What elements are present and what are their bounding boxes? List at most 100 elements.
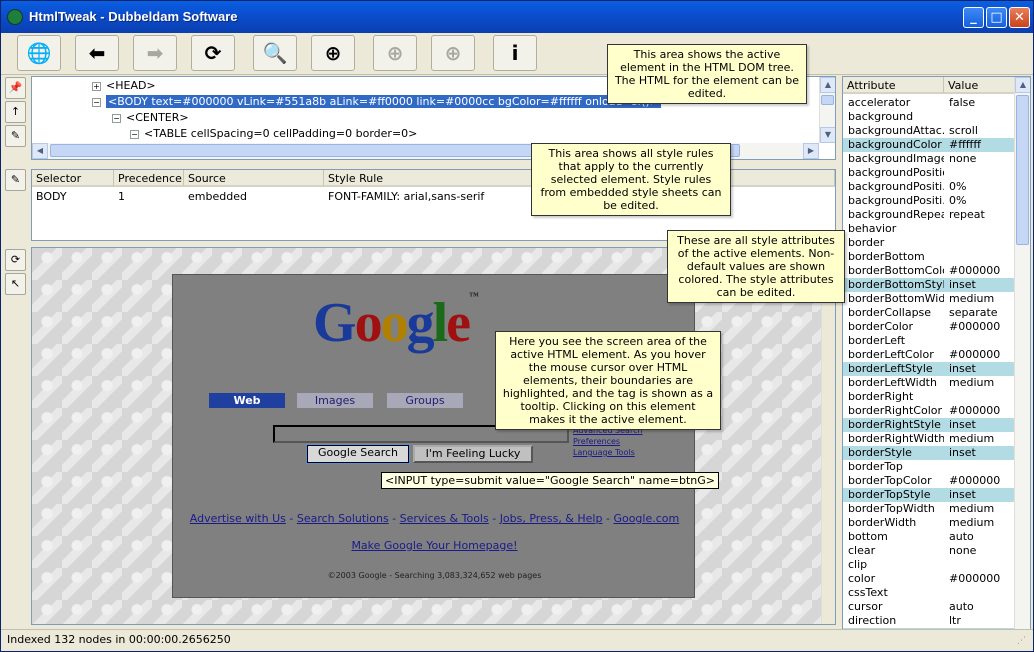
- dom-tree-vscroll[interactable]: ▲ ▼: [819, 77, 835, 143]
- attribute-row[interactable]: borderTopStyle inset: [843, 488, 1015, 502]
- column-header-source[interactable]: Source: [184, 170, 324, 187]
- scroll-right-icon[interactable]: ▶: [803, 143, 819, 159]
- attribute-row[interactable]: borderLeftWidth medium: [843, 376, 1015, 390]
- attribute-row[interactable]: backgroundImage none: [843, 152, 1015, 166]
- attribute-value[interactable]: scroll: [949, 124, 978, 138]
- attribute-row[interactable]: borderCollapse separate: [843, 306, 1015, 320]
- back-button[interactable]: ⬅: [75, 35, 119, 71]
- pin-button[interactable]: 📌: [5, 77, 26, 99]
- tree-node[interactable]: − <TABLE cellSpacing=0 cellPadding=0 bord…: [130, 127, 417, 140]
- attribute-row[interactable]: clear none: [843, 544, 1015, 558]
- attribute-row[interactable]: borderStyle inset: [843, 446, 1015, 460]
- rule-selector[interactable]: BODY: [36, 189, 67, 204]
- tab-groups[interactable]: Groups: [387, 393, 463, 408]
- attribute-row[interactable]: borderWidth medium: [843, 516, 1015, 530]
- attribute-row[interactable]: behavior: [843, 222, 1015, 236]
- tree-node[interactable]: − <CENTER>: [112, 111, 189, 124]
- attribute-value[interactable]: inset: [949, 446, 976, 460]
- tab-web[interactable]: Web: [209, 393, 285, 408]
- tree-node-selected[interactable]: − <BODY text=#000000 vLink=#551a8b aLink=…: [92, 95, 662, 108]
- scroll-up-icon[interactable]: ▲: [820, 77, 835, 93]
- attribute-row[interactable]: borderBottomColor #000000: [843, 264, 1015, 278]
- resize-grip-icon[interactable]: ⋰: [1017, 636, 1026, 646]
- attribute-row[interactable]: background: [843, 110, 1015, 124]
- attribute-value[interactable]: separate: [949, 306, 998, 320]
- attribute-row[interactable]: borderRightWidth medium: [843, 432, 1015, 446]
- scroll-thumb[interactable]: [1016, 95, 1029, 245]
- services-tools-link[interactable]: Services & Tools: [400, 512, 489, 525]
- attribute-value[interactable]: #000000: [949, 320, 1000, 334]
- attribute-row[interactable]: backgroundPosition: [843, 166, 1015, 180]
- attribute-value[interactable]: #000000: [949, 474, 1000, 488]
- attribute-value[interactable]: auto: [949, 530, 974, 544]
- attribute-row[interactable]: borderLeftStyle inset: [843, 362, 1015, 376]
- attributes-pane[interactable]: Attribute Value accelerator false backgrou…: [842, 76, 1031, 646]
- collapse-icon[interactable]: −: [130, 129, 139, 139]
- refresh-preview-button[interactable]: ⟳: [5, 249, 26, 271]
- forward-button[interactable]: ➡: [133, 35, 177, 71]
- attribute-value[interactable]: inset: [949, 278, 976, 292]
- edit-html-button[interactable]: ✎: [5, 125, 26, 147]
- column-header-attribute[interactable]: Attribute: [843, 77, 944, 94]
- attribute-row[interactable]: cssText: [843, 586, 1015, 600]
- attribute-row[interactable]: borderRightColor #000000: [843, 404, 1015, 418]
- google-com-link[interactable]: Google.com: [613, 512, 679, 525]
- attribute-row[interactable]: backgroundPositi... 0%: [843, 194, 1015, 208]
- attribute-value[interactable]: #000000: [949, 572, 1000, 586]
- find-button[interactable]: 🔍: [253, 35, 297, 71]
- attribute-value[interactable]: repeat: [949, 208, 985, 222]
- attribute-row[interactable]: borderRightStyle inset: [843, 418, 1015, 432]
- scroll-up-icon[interactable]: ▲: [1015, 77, 1030, 93]
- minimize-button[interactable]: _: [963, 7, 984, 28]
- attribute-row[interactable]: bottom auto: [843, 530, 1015, 544]
- open-url-button[interactable]: 🌐: [17, 35, 61, 71]
- attribute-row[interactable]: backgroundAttac... scroll: [843, 124, 1015, 138]
- select-element-button[interactable]: ⊕: [311, 35, 355, 71]
- preferences-link[interactable]: Preferences: [573, 436, 643, 447]
- advertise-link[interactable]: Advertise with Us: [190, 512, 286, 525]
- attribute-value[interactable]: medium: [949, 376, 994, 390]
- attribute-row[interactable]: clip: [843, 558, 1015, 572]
- column-header-selector[interactable]: Selector: [32, 170, 114, 187]
- move-right-button[interactable]: ⊕: [431, 35, 475, 71]
- attribute-row[interactable]: cursor auto: [843, 600, 1015, 614]
- attribute-value[interactable]: #000000: [949, 404, 1000, 418]
- scroll-thumb[interactable]: [821, 95, 834, 105]
- attribute-value[interactable]: ltr: [949, 614, 961, 628]
- parent-node-button[interactable]: ↑: [5, 101, 26, 123]
- rule-text[interactable]: FONT-FAMILY: arial,sans-serif: [328, 189, 484, 204]
- attribute-value[interactable]: auto: [949, 600, 974, 614]
- attribute-row[interactable]: backgroundColor #ffffff: [843, 138, 1015, 152]
- move-left-button[interactable]: ⊕: [373, 35, 417, 71]
- attribute-row[interactable]: direction ltr: [843, 614, 1015, 628]
- attribute-row[interactable]: color #000000: [843, 572, 1015, 586]
- tab-images[interactable]: Images: [297, 393, 373, 408]
- attribute-value[interactable]: inset: [949, 488, 976, 502]
- attribute-value[interactable]: #ffffff: [949, 138, 981, 152]
- column-header-value[interactable]: Value: [944, 77, 1015, 94]
- collapse-icon[interactable]: −: [92, 97, 101, 107]
- preview-page[interactable]: Google™ Ne Web Images Groups Advanced Se…: [172, 274, 720, 598]
- preview-vscroll[interactable]: [821, 248, 835, 624]
- select-in-preview-button[interactable]: ↖: [5, 273, 26, 295]
- attribute-value[interactable]: 0%: [949, 180, 966, 194]
- maximize-button[interactable]: □: [986, 7, 1007, 28]
- attribute-value[interactable]: medium: [949, 432, 994, 446]
- feeling-lucky-button[interactable]: I'm Feeling Lucky: [413, 445, 533, 463]
- attribute-value[interactable]: none: [949, 544, 976, 558]
- attribute-value[interactable]: false: [949, 96, 975, 110]
- attribute-value[interactable]: medium: [949, 516, 994, 530]
- attribute-row[interactable]: backgroundPositi... 0%: [843, 180, 1015, 194]
- language-tools-link[interactable]: Language Tools: [573, 447, 643, 458]
- search-solutions-link[interactable]: Search Solutions: [297, 512, 389, 525]
- attribute-row[interactable]: borderColor #000000: [843, 320, 1015, 334]
- attribute-row[interactable]: border: [843, 236, 1015, 250]
- attribute-value[interactable]: #000000: [949, 348, 1000, 362]
- attribute-value[interactable]: inset: [949, 418, 976, 432]
- close-button[interactable]: ✕: [1009, 7, 1030, 28]
- attributes-vscroll[interactable]: ▲ ▼: [1014, 77, 1030, 645]
- scroll-left-icon[interactable]: ◀: [32, 143, 48, 159]
- attribute-value[interactable]: medium: [949, 292, 994, 306]
- make-homepage-link[interactable]: Make Google Your Homepage!: [351, 539, 517, 552]
- title-bar[interactable]: HtmlTweak - Dubbeldam Software _ □ ✕: [1, 1, 1033, 33]
